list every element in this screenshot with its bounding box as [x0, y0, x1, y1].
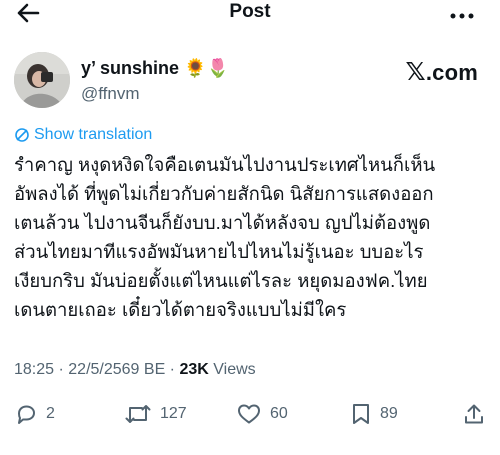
post-time: 18:25	[14, 361, 55, 378]
avatar-photo	[14, 52, 70, 108]
page-title: Post	[229, 1, 271, 22]
share-button[interactable]	[462, 402, 486, 426]
views-count[interactable]: 23K	[179, 361, 208, 378]
repost-button[interactable]: 127	[124, 402, 187, 426]
top-bar: Post	[0, 0, 500, 30]
repost-icon	[125, 405, 151, 423]
source-logo-text: .com	[425, 60, 478, 85]
x-logo-icon: 𝕏	[405, 58, 426, 86]
bookmark-count: 89	[380, 405, 398, 422]
post-text: รำคาญ หงุดหงิดใจคือเตนมันไปงานประเทศไหนก…	[14, 154, 436, 320]
source-logo: 𝕏.com	[406, 57, 479, 87]
more-icon	[450, 13, 474, 19]
display-name[interactable]: y’ sunshine 🌻🌷	[81, 58, 229, 79]
more-button[interactable]	[450, 8, 474, 19]
bookmark-icon	[353, 404, 369, 424]
like-count: 60	[270, 405, 288, 422]
views-label: Views	[213, 361, 256, 378]
post-date: 22/5/2569 BE	[68, 361, 166, 378]
repost-count: 127	[160, 405, 187, 422]
translate-icon	[15, 128, 29, 142]
user-handle[interactable]: @ffnvm	[81, 84, 140, 104]
show-translation-label: Show translation	[34, 126, 153, 143]
avatar[interactable]	[14, 52, 70, 108]
reply-icon	[18, 405, 35, 424]
bookmark-button[interactable]: 89	[350, 402, 398, 426]
like-button[interactable]: 60	[236, 402, 288, 426]
share-icon	[465, 404, 483, 424]
reply-count: 2	[46, 405, 55, 422]
post-meta: 18:25 · 22/5/2569 BE · 23K Views	[14, 361, 256, 378]
like-icon	[238, 404, 260, 424]
reply-button[interactable]: 2	[14, 402, 55, 426]
show-translation-link[interactable]: Show translation	[14, 126, 152, 144]
